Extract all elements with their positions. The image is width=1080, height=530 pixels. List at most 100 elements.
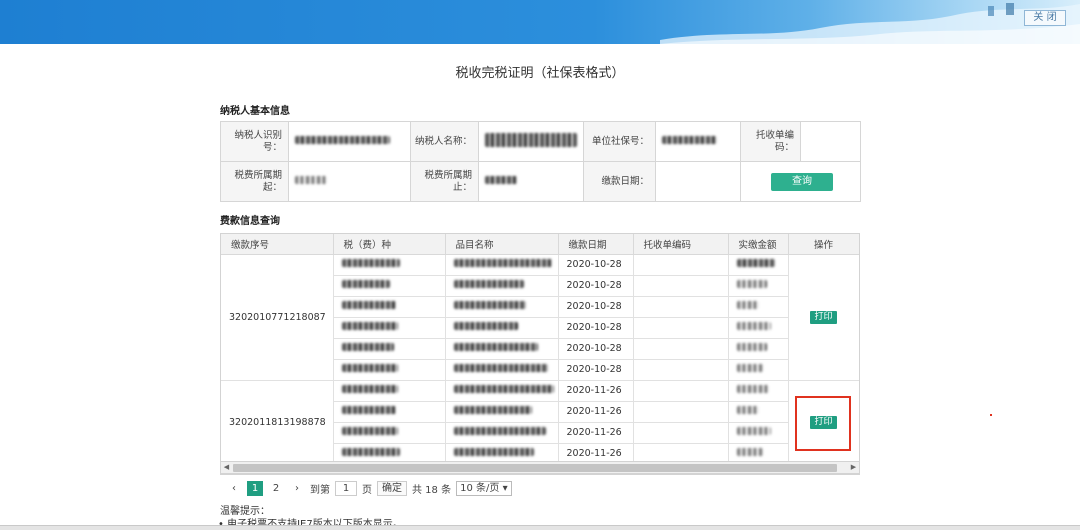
query-button[interactable]: 查询 — [771, 172, 833, 191]
taxpayer-info-table: 纳税人识别号： 纳税人名称： 单位社保号： 托收单编码： 税费所属期起： 税费所… — [220, 121, 861, 202]
goto-page-input[interactable]: 1 — [335, 480, 357, 496]
col-item-name: 品目名称 — [445, 234, 559, 255]
item-name-cell — [445, 317, 559, 339]
tax-type-cell — [333, 338, 446, 360]
prev-page-icon[interactable]: ‹ — [226, 481, 242, 496]
query-cell: 查询 — [740, 161, 861, 202]
page-size-select[interactable]: 10 条/页 ▾ — [456, 480, 512, 496]
amount-cell — [728, 401, 789, 423]
basic-info-heading: 纳税人基本信息 — [220, 106, 290, 117]
period-start-value[interactable] — [288, 161, 411, 202]
collection-no-value — [800, 121, 861, 162]
red-dot-mark — [990, 414, 992, 416]
goto-label: 到第 — [310, 484, 330, 496]
page-unit-label: 页 — [362, 484, 372, 496]
pay-date-cell: 2020-11-26 — [558, 401, 634, 423]
item-name-cell — [445, 380, 559, 402]
tax-type-cell — [333, 275, 446, 297]
amount-cell — [728, 254, 789, 276]
period-start-label: 税费所属期起： — [220, 161, 289, 202]
amount-cell — [728, 338, 789, 360]
pay-date-cell: 2020-11-26 — [558, 422, 634, 444]
collection-no-cell — [633, 275, 729, 297]
pagination: ‹ 1 2 › 到第 1 页 确定 共 18 条 10 条/页 ▾ — [226, 480, 517, 496]
amount-cell — [728, 275, 789, 297]
col-amount: 实缴金额 — [728, 234, 789, 255]
header-banner: 关 闭 — [0, 0, 1080, 44]
collection-no-cell — [633, 401, 729, 423]
col-action: 操作 — [788, 234, 859, 255]
item-name-cell — [445, 401, 559, 423]
item-name-cell — [445, 422, 559, 444]
period-end-value[interactable] — [478, 161, 584, 202]
pay-date-cell: 2020-10-28 — [558, 275, 634, 297]
taxpayer-id-label: 纳税人识别号： — [220, 121, 289, 162]
page-1-button[interactable]: 1 — [247, 480, 263, 496]
collection-no-cell — [633, 380, 729, 402]
item-name-cell — [445, 296, 559, 318]
collection-no-cell — [633, 296, 729, 318]
taxpayer-name-value — [478, 121, 584, 162]
taskbar-strip — [0, 525, 1080, 530]
period-end-label: 税费所属期止： — [410, 161, 479, 202]
scroll-right-icon[interactable]: ▶ — [848, 462, 859, 473]
chevron-down-icon: ▾ — [502, 482, 508, 494]
pay-date-cell: 2020-10-28 — [558, 296, 634, 318]
table-row: 3202011813198878 2020-11-26 打印 — [221, 380, 859, 465]
item-name-cell — [445, 275, 559, 297]
action-cell: 打印 — [788, 254, 859, 381]
tax-type-cell — [333, 317, 446, 339]
pay-date-cell: 2020-10-28 — [558, 338, 634, 360]
tax-type-cell — [333, 422, 446, 444]
confirm-button[interactable]: 确定 — [377, 480, 407, 496]
taxpayer-id-value — [288, 121, 411, 162]
col-pay-date: 缴款日期 — [558, 234, 634, 255]
tax-type-cell — [333, 380, 446, 402]
unit-ss-no-label: 单位社保号： — [583, 121, 656, 162]
tax-type-cell — [333, 254, 446, 276]
col-tax-type: 税（费）种 — [333, 234, 446, 255]
collection-no-cell — [633, 359, 729, 381]
pay-date-cell: 2020-10-28 — [558, 359, 634, 381]
amount-cell — [728, 422, 789, 444]
pay-date-cell: 2020-10-28 — [558, 254, 634, 276]
horizontal-scrollbar[interactable]: ◀ ▶ — [220, 461, 860, 474]
amount-cell — [728, 296, 789, 318]
payment-table: 缴款序号 税（费）种 品目名称 缴款日期 托收单编码 实缴金额 操作 32020… — [221, 234, 859, 465]
item-name-cell — [445, 338, 559, 360]
pay-date-label: 缴款日期： — [583, 161, 656, 202]
serial-cell: 3202011813198878 — [221, 380, 334, 465]
col-collection-no: 托收单编码 — [633, 234, 729, 255]
amount-cell — [728, 359, 789, 381]
close-button[interactable]: 关 闭 — [1024, 10, 1066, 26]
page-size-value: 10 条/页 — [460, 482, 500, 494]
tax-type-cell — [333, 359, 446, 381]
payment-info-heading: 费款信息查询 — [220, 216, 280, 227]
scrollbar-thumb[interactable] — [233, 464, 837, 472]
item-name-cell — [445, 254, 559, 276]
print-button[interactable]: 打印 — [810, 310, 837, 324]
payment-grid: 缴款序号 税（费）种 品目名称 缴款日期 托收单编码 实缴金额 操作 32020… — [220, 233, 860, 475]
collection-no-cell — [633, 338, 729, 360]
unit-ss-no-value — [655, 121, 741, 162]
pay-date-cell: 2020-11-26 — [558, 380, 634, 402]
great-wall-decoration — [660, 3, 1080, 44]
item-name-cell — [445, 359, 559, 381]
tax-type-cell — [333, 401, 446, 423]
collection-no-cell — [633, 422, 729, 444]
amount-cell — [728, 380, 789, 402]
amount-cell — [728, 317, 789, 339]
page-title: 税收完税证明（社保表格式） — [455, 66, 625, 81]
table-row: 3202010771218087 2020-10-28 打印 — [221, 254, 859, 381]
total-count: 共 18 条 — [412, 484, 452, 496]
payment-table-header: 缴款序号 税（费）种 品目名称 缴款日期 托收单编码 实缴金额 操作 — [221, 234, 859, 255]
col-serial: 缴款序号 — [221, 234, 334, 255]
serial-cell: 3202010771218087 — [221, 254, 334, 381]
taxpayer-name-label: 纳税人名称： — [410, 121, 479, 162]
page-2-button[interactable]: 2 — [268, 481, 284, 496]
collection-no-cell — [633, 317, 729, 339]
pay-date-value[interactable] — [655, 161, 741, 202]
next-page-icon[interactable]: › — [289, 481, 305, 496]
tax-type-cell — [333, 296, 446, 318]
scroll-left-icon[interactable]: ◀ — [221, 462, 232, 473]
